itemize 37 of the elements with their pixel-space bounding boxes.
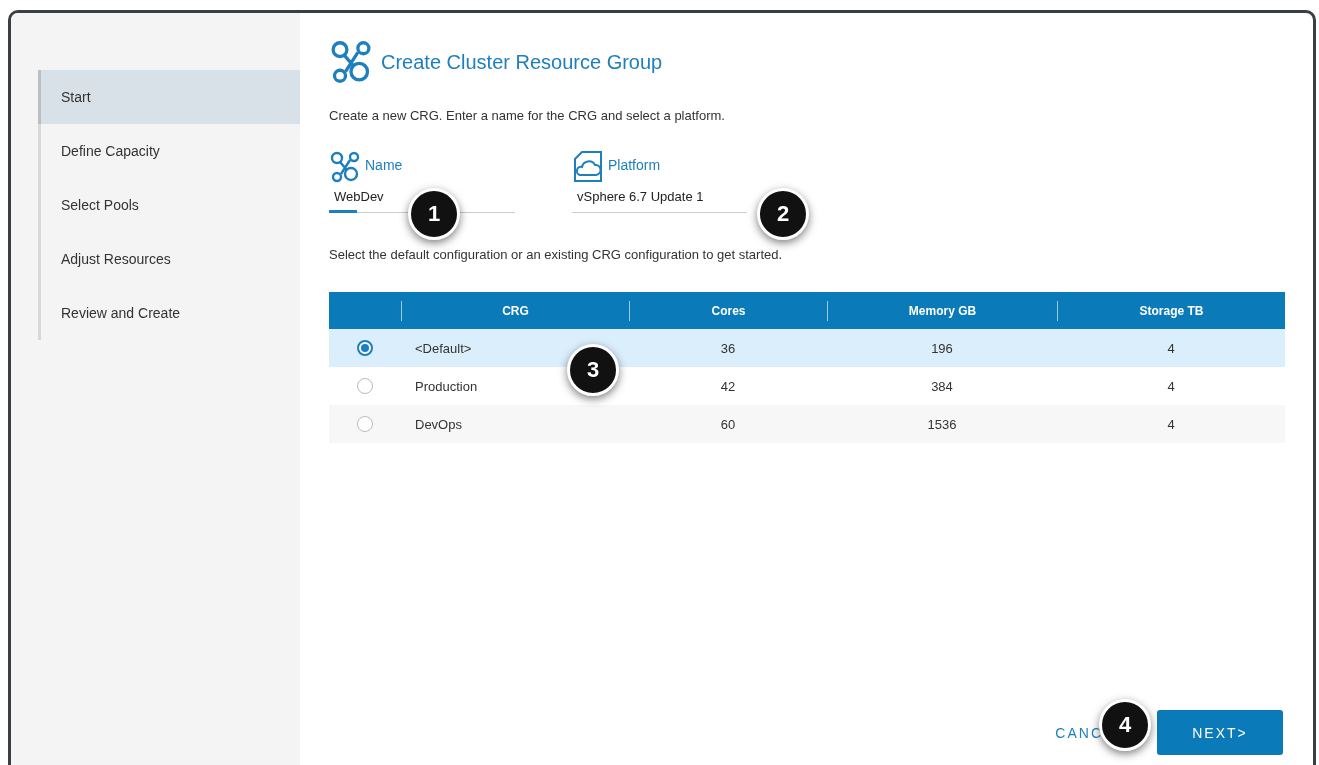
field-label: Name: [365, 157, 403, 173]
table-cell-text: 196: [930, 340, 954, 356]
table-cell-text: 4: [1166, 340, 1176, 356]
column-header: Storage TB: [1057, 300, 1285, 321]
column-header: Memory GB: [827, 300, 1057, 321]
radio-button[interactable]: [357, 416, 373, 432]
column-header: CRG: [401, 300, 629, 321]
input-field[interactable]: vSphere 6.7 Update 1: [572, 185, 747, 213]
hint-text: Select the default configuration or an existing CRG configuration to get started.: [329, 247, 784, 262]
radio-button[interactable]: [357, 340, 373, 356]
table-cell-text: 4: [1166, 416, 1176, 432]
sidebar-item[interactable]: Start: [38, 70, 300, 124]
radio-button[interactable]: [357, 378, 373, 394]
cluster-icon: [329, 151, 361, 183]
table-cell-text: 36: [719, 340, 737, 356]
next-button[interactable]: NEXT>: [1157, 710, 1283, 755]
dialog-title: Create Cluster Resource Group: [381, 50, 663, 74]
cluster-icon: [329, 40, 373, 84]
table-cell-text: Production: [414, 378, 479, 394]
sidebar-item[interactable]: Define Capacity: [41, 124, 300, 178]
table-cell-text: <Default>: [414, 340, 473, 356]
table-cell-text: 60: [719, 416, 737, 432]
callout-badge: 1: [408, 188, 460, 240]
field-label: Platform: [608, 157, 661, 173]
table-cell-text: 384: [930, 378, 954, 394]
callout-badge: 2: [757, 188, 809, 240]
sidebar-item[interactable]: Review and Create: [41, 286, 300, 340]
column-header: Cores: [629, 300, 827, 321]
table-row[interactable]: DevOps 60 1536 4: [329, 405, 1285, 443]
intro-text: Create a new CRG. Enter a name for the CRG and select a platform.: [329, 108, 726, 123]
cloud-document-icon: [572, 151, 604, 183]
sidebar-item[interactable]: Select Pools: [41, 178, 300, 232]
table-cell-text: DevOps: [414, 416, 463, 432]
sidebar-item[interactable]: Adjust Resources: [41, 232, 300, 286]
table-cell-text: 42: [719, 378, 737, 394]
table-cell-text: 1536: [926, 416, 958, 432]
table-cell-text: 4: [1166, 378, 1176, 394]
